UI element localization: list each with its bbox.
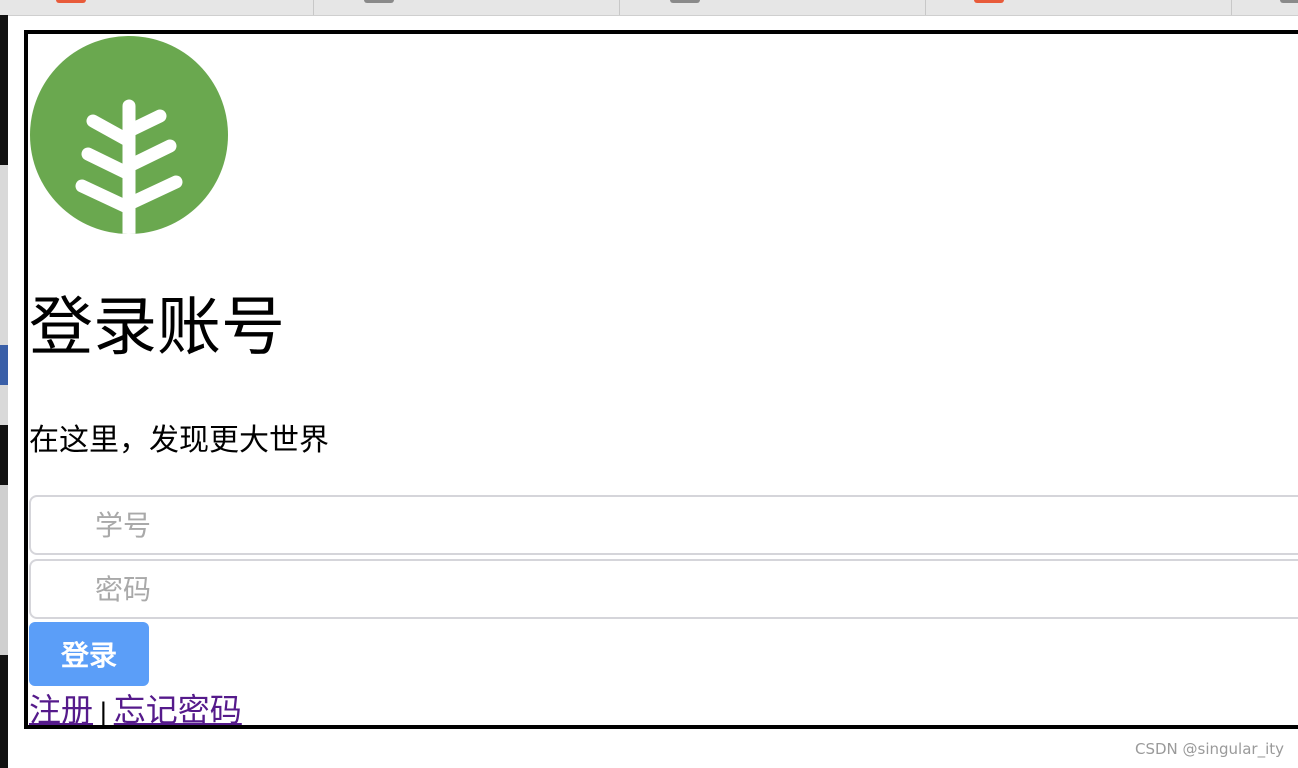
page-subtitle: 在这里，发现更大世界 bbox=[29, 423, 329, 458]
adjacent-window-strip bbox=[0, 165, 8, 425]
tab-favicon-icon bbox=[364, 0, 394, 3]
password-input[interactable] bbox=[29, 559, 1298, 619]
forgot-password-link[interactable]: 忘记密码 bbox=[114, 691, 242, 725]
student-id-input[interactable] bbox=[29, 495, 1298, 555]
account-links: 注册 | 忘记密码 bbox=[29, 691, 242, 728]
register-link[interactable]: 注册 bbox=[29, 691, 93, 725]
adjacent-window-strip bbox=[0, 485, 8, 655]
page-title: 登录账号 bbox=[29, 291, 285, 365]
browser-tab[interactable] bbox=[1232, 0, 1298, 15]
browser-tab-strip bbox=[0, 0, 1298, 16]
link-separator: | bbox=[99, 698, 108, 728]
browser-tab[interactable] bbox=[0, 0, 314, 15]
watermark-text: CSDN @singular_ity bbox=[1134, 740, 1284, 758]
login-button[interactable]: 登录 bbox=[29, 622, 149, 686]
tab-favicon-icon bbox=[1280, 0, 1298, 3]
browser-tab[interactable] bbox=[926, 0, 1232, 15]
browser-tab[interactable] bbox=[620, 0, 926, 15]
login-page: 登录账号 在这里，发现更大世界 登录 注册|忘记密码 bbox=[24, 30, 1298, 729]
browser-tab[interactable] bbox=[314, 0, 620, 15]
tab-favicon-icon bbox=[56, 0, 86, 3]
tab-favicon-icon bbox=[974, 0, 1004, 3]
tree-logo-icon bbox=[30, 36, 228, 234]
adjacent-window-strip bbox=[0, 345, 8, 385]
adjacent-window-edge bbox=[0, 15, 8, 768]
tab-favicon-icon bbox=[670, 0, 700, 3]
